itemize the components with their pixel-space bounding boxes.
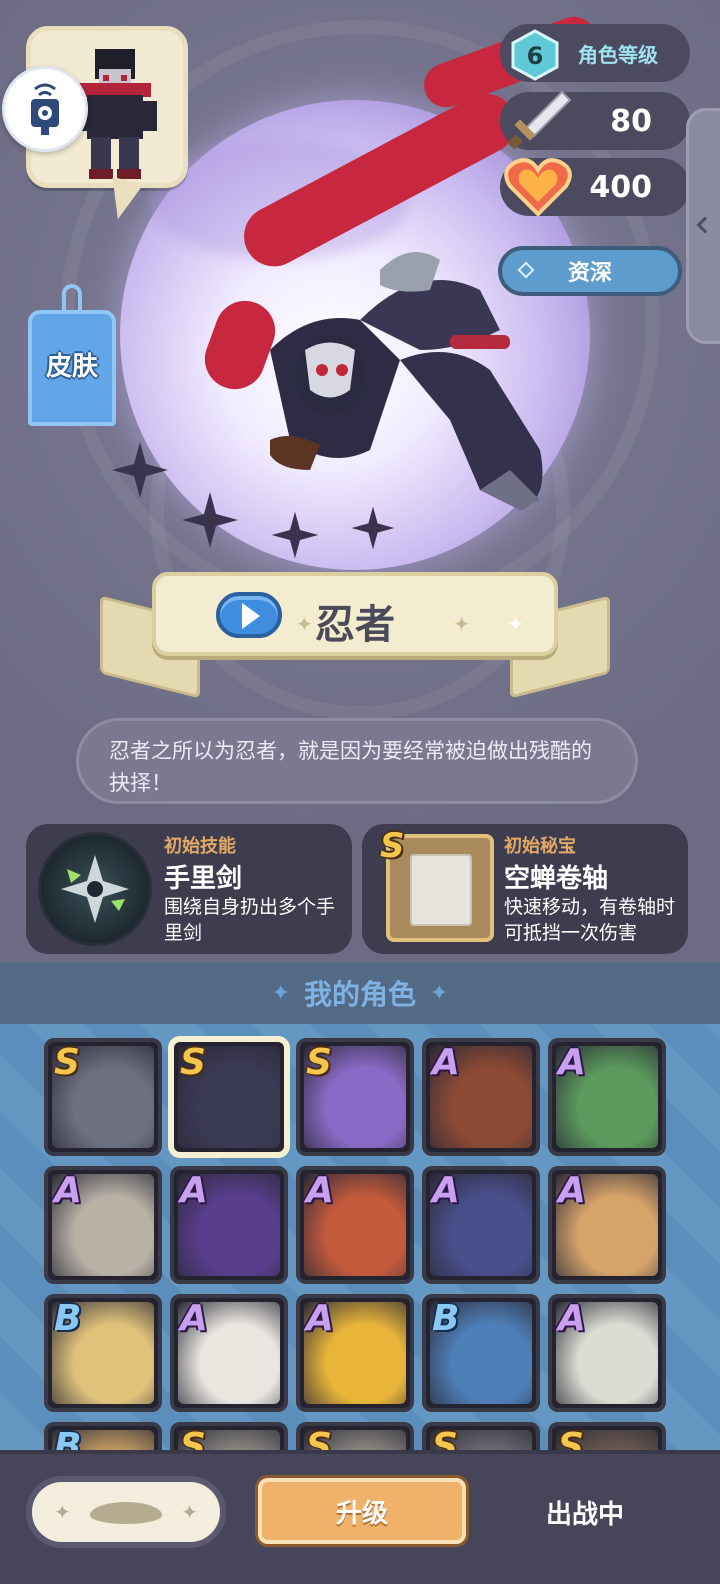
character-card[interactable]: A (548, 1166, 666, 1284)
skill-title: 手里剑 (164, 864, 243, 894)
character-card[interactable]: S (170, 1422, 288, 1450)
character-card[interactable]: A (422, 1038, 540, 1156)
character-tier-badge: S (432, 1426, 458, 1450)
shuriken-icon (271, 511, 319, 559)
character-level-label: 角色等级 (578, 42, 658, 67)
shuriken-icon (351, 506, 395, 550)
sword-icon (507, 90, 572, 150)
nfc-tag-icon[interactable] (2, 66, 88, 152)
hero-name: 忍者 (315, 602, 395, 648)
chevron-left-icon (696, 216, 714, 234)
treasure-title: 空蝉卷轴 (504, 864, 609, 894)
character-tier-badge: B (54, 1298, 82, 1339)
attack-stat-pill: 80 (500, 90, 690, 150)
character-tier-badge: A (180, 1170, 208, 1211)
character-tier-badge: S (54, 1042, 80, 1083)
character-tier-badge: A (54, 1170, 82, 1211)
character-card[interactable]: S (422, 1422, 540, 1450)
hero-name-ribbon: ✦ ✦ ✦ 忍者 (100, 566, 610, 699)
character-tier-badge: A (306, 1170, 334, 1211)
treasure-tier-badge: S (380, 826, 405, 866)
skin-preview-button[interactable]: ✦ ✦ (26, 1476, 226, 1548)
deployed-status[interactable]: 出战中 (500, 1494, 670, 1531)
character-tier-badge: A (432, 1042, 460, 1083)
health-stat-pill: 400 (500, 158, 690, 217)
character-card[interactable]: A (170, 1166, 288, 1284)
character-card[interactable]: A (422, 1166, 540, 1284)
sparkle-icon: ✦ (54, 1500, 71, 1524)
bottom-action-bar: ✦ ✦ 升级 出战中 (0, 1450, 720, 1584)
ornament-icon: ✦ (271, 980, 290, 1006)
character-card[interactable]: A (296, 1166, 414, 1284)
character-card[interactable]: A (44, 1166, 162, 1284)
character-tier-badge: S (558, 1426, 584, 1450)
character-card[interactable]: A (548, 1294, 666, 1412)
character-card[interactable]: A (296, 1294, 414, 1412)
character-detail-screen: 6 角色等级 80 400 资深 皮肤 ✦ ✦ ✦ 忍者 忍者之所以为忍者，就是… (0, 0, 720, 1584)
hero-description: 忍者之所以为忍者，就是因为要经常被迫做出残酷的抉择！ (76, 718, 638, 804)
shuriken-icon (112, 442, 168, 498)
character-card[interactable]: B (44, 1294, 162, 1412)
character-card[interactable]: B (422, 1294, 540, 1412)
heart-icon (504, 158, 572, 217)
character-tier-badge: S (180, 1042, 206, 1083)
character-tier-badge: S (306, 1042, 332, 1083)
side-panel-tab[interactable] (686, 108, 720, 344)
character-tier-badge: A (306, 1298, 334, 1339)
character-tier-badge: S (306, 1426, 332, 1450)
health-value: 400 (589, 169, 652, 205)
skin-button[interactable]: 皮肤 (28, 284, 116, 436)
character-card[interactable]: A (170, 1294, 288, 1412)
character-tier-badge: A (558, 1298, 586, 1339)
svg-text:6: 6 (527, 42, 544, 70)
shuriken-skill-icon (38, 832, 152, 946)
diamond-icon (517, 261, 535, 279)
character-tier-badge: S (180, 1426, 206, 1450)
character-tier-badge: A (180, 1298, 208, 1339)
skill-section-label: 初始技能 (164, 836, 236, 857)
roster-title: 我的角色 (303, 978, 416, 1011)
hexagon-level-icon: 6 (511, 29, 559, 81)
upgrade-button[interactable]: 升级 (258, 1478, 466, 1544)
shuriken-icon (182, 492, 238, 548)
rank-label: 资深 (567, 261, 612, 286)
treasure-description: 快速移动，有卷轴时可抵挡一次伤害 (504, 896, 676, 944)
skill-description: 围绕自身扔出多个手里剑 (164, 896, 336, 944)
treasure-section-label: 初始秘宝 (504, 836, 576, 857)
attack-value: 80 (610, 103, 652, 139)
skin-label: 皮肤 (45, 352, 98, 382)
character-card[interactable]: S (170, 1038, 288, 1156)
character-tier-badge: B (432, 1298, 460, 1339)
character-card[interactable]: A (548, 1038, 666, 1156)
character-card[interactable]: S (44, 1038, 162, 1156)
character-tier-badge: B (54, 1426, 82, 1450)
rank-tag[interactable]: 资深 (498, 246, 682, 296)
ornament-icon: ✦ (430, 980, 449, 1006)
character-tier-badge: A (558, 1042, 586, 1083)
initial-treasure-card[interactable]: S 初始秘宝 空蝉卷轴 快速移动，有卷轴时可抵挡一次伤害 (362, 824, 688, 954)
character-tier-badge: A (558, 1170, 586, 1211)
character-tier-badge: A (432, 1170, 460, 1211)
initial-skill-card[interactable]: 初始技能 手里剑 围绕自身扔出多个手里剑 (26, 824, 352, 954)
roster-header: ✦ 我的角色 ✦ (0, 962, 720, 1024)
character-card[interactable]: S (296, 1038, 414, 1156)
character-card[interactable]: S (548, 1422, 666, 1450)
scroll-emblem-icon (90, 1502, 162, 1524)
character-level-pill: 6 角色等级 (500, 24, 690, 82)
character-card[interactable]: S (296, 1422, 414, 1450)
sparkle-icon: ✦ (181, 1500, 198, 1524)
character-roster[interactable]: S S S A A A A A A A B A A B A B S S S S (0, 1024, 720, 1450)
character-card[interactable]: B (44, 1422, 162, 1450)
